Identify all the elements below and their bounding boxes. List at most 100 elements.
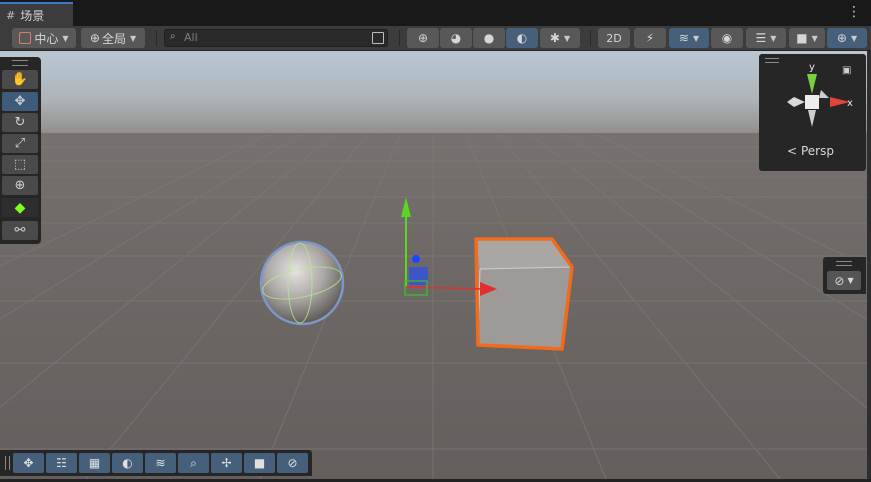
- search-icon: ⌕: [190, 455, 197, 470]
- perspective-icon: <: [787, 144, 798, 158]
- x-axis-label: x: [847, 98, 853, 109]
- view-tool-button[interactable]: ✋: [2, 70, 38, 89]
- gizmos-dropdown[interactable]: ⊕ ▼: [827, 28, 867, 48]
- search-field[interactable]: ⌕ All: [164, 29, 388, 47]
- orientation-gizmo-overlay: ▣ y x < Persp: [759, 54, 866, 171]
- tab-scene-label: 场景: [20, 8, 45, 23]
- debug-draw-mode-dropdown[interactable]: ✱ ▼: [540, 28, 580, 48]
- open-external-icon[interactable]: [372, 32, 384, 44]
- layers-icon: ≋: [678, 31, 689, 45]
- compass-icon: ⊘: [834, 273, 845, 288]
- projection-label: Persp: [800, 144, 834, 158]
- lit-sphere-icon: ◐: [516, 31, 528, 45]
- selected-sphere[interactable]: [259, 240, 345, 326]
- rotate-icon: ↻: [14, 115, 26, 130]
- shaded-wireframe-mode-button[interactable]: ◕: [440, 28, 472, 48]
- move-arrows-icon: ✥: [23, 456, 34, 470]
- projection-toggle[interactable]: < Persp: [759, 144, 862, 158]
- rect-icon: ⬚: [13, 157, 27, 172]
- transform-tool-button[interactable]: ⊕: [2, 176, 38, 195]
- globe-icon: ⊕: [89, 31, 100, 45]
- overlay-toolbar: ✥ ☷ ▦ ◐ ≋ ⌕ ✢ ■ ⊘: [0, 450, 312, 476]
- camera-icon: ■: [253, 456, 266, 470]
- tools-overlay: ✋ ✥ ↻ ⤢ ⬚ ⊕ ◆ ⚯: [0, 57, 41, 244]
- camera-settings-dropdown[interactable]: ■ ▼: [789, 28, 825, 48]
- z-axis-cone[interactable]: [819, 90, 829, 98]
- scale-tool-button[interactable]: ⤢: [2, 134, 38, 153]
- more-options-icon[interactable]: ⋮: [847, 5, 861, 19]
- drag-handle-icon[interactable]: [12, 60, 28, 66]
- effects-dropdown[interactable]: ☰ ▼: [746, 28, 786, 48]
- wireframe-sphere-icon: ⊕: [417, 31, 429, 45]
- move-tool-button[interactable]: ✥: [2, 92, 38, 111]
- move-overlay-button[interactable]: ✥: [13, 453, 44, 473]
- snap-settings-button[interactable]: ☷: [46, 453, 77, 473]
- unlit-mode-button[interactable]: ●: [473, 28, 505, 48]
- drag-handle-icon[interactable]: [5, 456, 10, 470]
- move-arrows-icon: ✥: [14, 94, 26, 109]
- gizmo-sphere-icon: ⊕: [836, 31, 847, 45]
- axis-gizmo[interactable]: y x: [759, 60, 866, 140]
- visibility-toggle-button[interactable]: ◉: [711, 28, 743, 48]
- wireframe-mode-button[interactable]: ⊕: [407, 28, 439, 48]
- xy-plane-handle[interactable]: [409, 267, 428, 285]
- pivot-mode-dropdown[interactable]: 中心 ▼: [12, 28, 76, 48]
- grid-snap-icon: ▦: [88, 456, 101, 470]
- 2d-toggle-button[interactable]: 2D: [598, 28, 630, 48]
- green-cube-icon: ◆: [14, 199, 26, 216]
- neg-x-axis-cone[interactable]: [787, 97, 805, 107]
- lighting-toggle-button[interactable]: ⚡: [634, 28, 666, 48]
- chevron-down-icon: ▼: [62, 33, 69, 43]
- chevron-down-icon: ▼: [692, 33, 700, 43]
- grid-snap-button[interactable]: ▦: [79, 453, 110, 473]
- layers-icon: ≋: [155, 456, 166, 470]
- navigation-icon: ✢: [221, 456, 232, 470]
- lit-mode-button[interactable]: ◐: [506, 28, 538, 48]
- space-mode-dropdown[interactable]: ⊕ 全局 ▼: [81, 28, 145, 48]
- drag-handle-icon[interactable]: [836, 261, 852, 266]
- hand-icon: ✋: [11, 72, 29, 87]
- viewport-scrollbar[interactable]: [867, 51, 871, 479]
- navigation-overlay-button[interactable]: ✢: [211, 453, 242, 473]
- moon-icon: ◐: [122, 456, 133, 470]
- grid-icon: #: [6, 8, 16, 22]
- shaded-sphere-icon: ●: [483, 31, 495, 45]
- chevron-down-icon: ▼: [847, 276, 854, 285]
- scene-visibility-dropdown[interactable]: ≋ ▼: [669, 28, 709, 48]
- hierarchy-tool-button[interactable]: ⚯: [2, 221, 38, 240]
- orientation-overlay-button[interactable]: ⊘: [277, 453, 308, 473]
- camera-overlay-button[interactable]: ■: [244, 453, 275, 473]
- transform-icon: ⊕: [14, 178, 26, 193]
- shading-overlay-button[interactable]: ◐: [112, 453, 143, 473]
- window-tab-bar: # 场景 ⋮: [0, 0, 871, 26]
- search-overlay-button[interactable]: ⌕: [178, 453, 209, 473]
- space-mode-label: 全局: [101, 31, 126, 46]
- selected-cube[interactable]: [474, 237, 574, 351]
- orientation-dropdown[interactable]: ⊘ ▼: [827, 271, 861, 290]
- y-axis-cone[interactable]: [807, 74, 817, 94]
- compass-icon: ⊘: [287, 456, 298, 470]
- scene-render[interactable]: [0, 51, 867, 479]
- rotate-tool-button[interactable]: ↻: [2, 113, 38, 132]
- shaded-wireframe-icon: ◕: [450, 31, 462, 45]
- scale-icon: ⤢: [14, 136, 26, 151]
- scene-viewport[interactable]: [0, 51, 867, 479]
- search-placeholder: All: [184, 31, 198, 44]
- custom-tool-button[interactable]: ◆: [2, 198, 38, 217]
- light-off-icon: ⚡: [645, 31, 655, 45]
- rect-tool-button[interactable]: ⬚: [2, 155, 38, 174]
- toolbar-divider: [399, 30, 400, 46]
- chevron-down-icon: ▼: [563, 33, 571, 43]
- toolbar-divider: [590, 30, 591, 46]
- pivot-mode-label: 中心: [34, 31, 59, 46]
- stack-icon: ☰: [755, 31, 767, 45]
- camera-icon: ■: [796, 31, 808, 45]
- z-axis-handle[interactable]: [412, 255, 420, 263]
- center-cube[interactable]: [805, 95, 819, 109]
- neg-y-axis-cone[interactable]: [808, 110, 816, 127]
- skybox: [0, 51, 867, 137]
- layers-overlay-button[interactable]: ≋: [145, 453, 176, 473]
- orientation-overlay: ⊘ ▼: [823, 257, 866, 294]
- sliders-icon: ☷: [56, 456, 67, 470]
- tab-scene[interactable]: # 场景: [0, 2, 73, 26]
